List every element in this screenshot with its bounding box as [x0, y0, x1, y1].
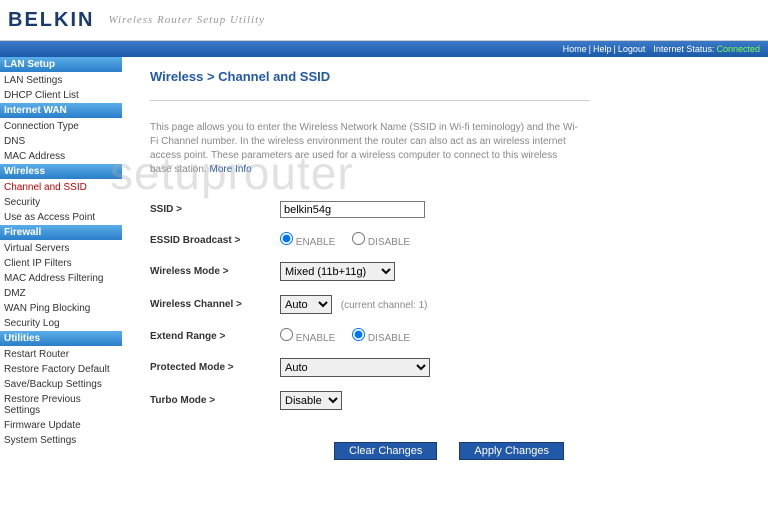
sidebar: LAN Setup LAN Settings DHCP Client List …: [0, 57, 122, 480]
page-description: This page allows you to enter the Wirele…: [150, 121, 580, 177]
sidebar-item-lan-settings[interactable]: LAN Settings: [0, 73, 122, 88]
nav-sep: |: [614, 44, 616, 54]
page-title: Wireless > Channel and SSID: [150, 69, 748, 84]
brand-logo: BELKIN: [8, 9, 94, 32]
sidebar-item-channel-ssid[interactable]: Channel and SSID: [0, 180, 122, 195]
sidebar-item-security-log[interactable]: Security Log: [0, 316, 122, 331]
wireless-mode-select[interactable]: Mixed (11b+11g): [280, 262, 395, 281]
essid-disable-radio[interactable]: [352, 232, 365, 245]
wireless-channel-label: Wireless Channel >: [150, 299, 280, 310]
essid-disable-label: DISABLE: [368, 237, 410, 248]
turbo-mode-label: Turbo Mode >: [150, 395, 280, 406]
sidebar-item-security[interactable]: Security: [0, 195, 122, 210]
essid-broadcast-label: ESSID Broadcast >: [150, 235, 280, 246]
sidebar-cat-wan: Internet WAN: [0, 103, 122, 119]
sidebar-item-mac-address[interactable]: MAC Address: [0, 149, 122, 164]
nav-logout[interactable]: Logout: [618, 44, 646, 54]
sidebar-item-virtual-servers[interactable]: Virtual Servers: [0, 241, 122, 256]
sidebar-item-dhcp-client-list[interactable]: DHCP Client List: [0, 88, 122, 103]
sidebar-item-mac-filtering[interactable]: MAC Address Filtering: [0, 271, 122, 286]
extend-disable-radio[interactable]: [352, 328, 365, 341]
extend-enable-label: ENABLE: [296, 333, 335, 344]
extend-enable-radio[interactable]: [280, 328, 293, 341]
nav-home[interactable]: Home: [563, 44, 587, 54]
top-nav-bar: Home | Help | Logout Internet Status: Co…: [0, 41, 768, 57]
sidebar-item-save-backup[interactable]: Save/Backup Settings: [0, 377, 122, 392]
internet-status-value: Connected: [716, 44, 760, 54]
sidebar-item-firmware-update[interactable]: Firmware Update: [0, 418, 122, 433]
header: BELKIN Wireless Router Setup Utility: [0, 0, 768, 41]
tagline: Wireless Router Setup Utility: [108, 14, 265, 26]
apply-changes-button[interactable]: Apply Changes: [459, 442, 564, 460]
sidebar-item-access-point[interactable]: Use as Access Point: [0, 210, 122, 225]
essid-enable-radio[interactable]: [280, 232, 293, 245]
sidebar-cat-wireless: Wireless: [0, 164, 122, 180]
extend-range-label: Extend Range >: [150, 331, 280, 342]
internet-status-label: Internet Status:: [653, 44, 714, 54]
sidebar-item-connection-type[interactable]: Connection Type: [0, 119, 122, 134]
title-separator: [150, 100, 590, 101]
sidebar-item-system-settings[interactable]: System Settings: [0, 433, 122, 448]
extend-disable-label: DISABLE: [368, 333, 410, 344]
sidebar-item-dns[interactable]: DNS: [0, 134, 122, 149]
ssid-label: SSID >: [150, 204, 280, 215]
wireless-channel-select[interactable]: Auto: [280, 295, 332, 314]
protected-mode-label: Protected Mode >: [150, 362, 280, 373]
sidebar-cat-utilities: Utilities: [0, 331, 122, 347]
main-content: Wireless > Channel and SSID This page al…: [122, 57, 768, 480]
sidebar-item-restore-default[interactable]: Restore Factory Default: [0, 362, 122, 377]
clear-changes-button[interactable]: Clear Changes: [334, 442, 437, 460]
sidebar-cat-firewall: Firewall: [0, 225, 122, 241]
wireless-mode-label: Wireless Mode >: [150, 266, 280, 277]
sidebar-item-restart-router[interactable]: Restart Router: [0, 347, 122, 362]
more-info-link[interactable]: More Info: [210, 164, 252, 175]
protected-mode-select[interactable]: Auto: [280, 358, 430, 377]
ssid-input[interactable]: [280, 201, 425, 218]
sidebar-item-client-ip-filters[interactable]: Client IP Filters: [0, 256, 122, 271]
nav-sep: |: [589, 44, 591, 54]
sidebar-item-dmz[interactable]: DMZ: [0, 286, 122, 301]
essid-enable-label: ENABLE: [296, 237, 335, 248]
sidebar-cat-lan: LAN Setup: [0, 57, 122, 73]
current-channel: (current channel: 1): [341, 300, 428, 311]
sidebar-item-restore-previous[interactable]: Restore Previous Settings: [0, 392, 122, 418]
turbo-mode-select[interactable]: Disable: [280, 391, 342, 410]
nav-help[interactable]: Help: [593, 44, 612, 54]
sidebar-item-wan-ping-blocking[interactable]: WAN Ping Blocking: [0, 301, 122, 316]
